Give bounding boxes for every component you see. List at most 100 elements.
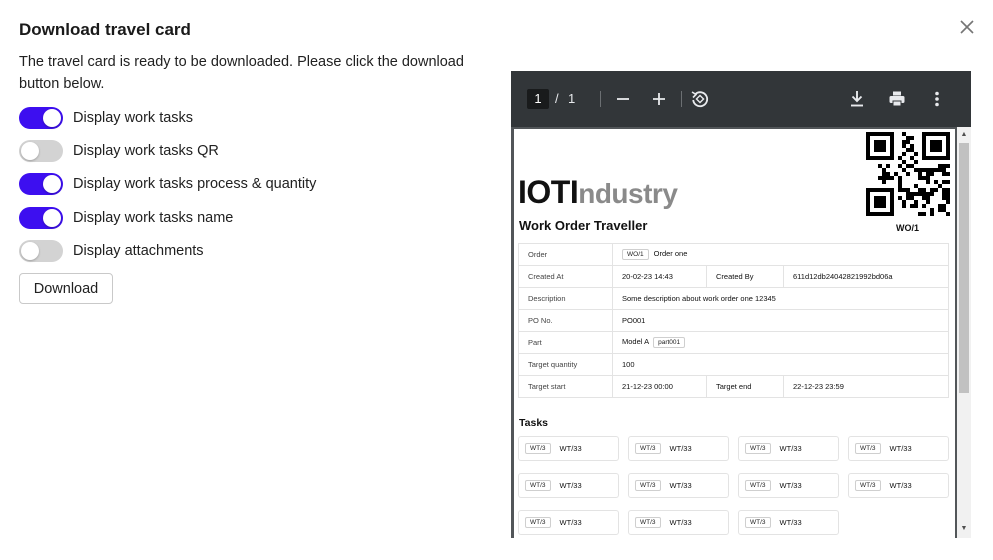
company-logo: IOTIndustry	[518, 174, 678, 210]
qr-code	[866, 132, 950, 216]
task-tag: WT/3	[525, 517, 551, 528]
more-options-button[interactable]	[925, 87, 949, 111]
task-name: WT/33	[889, 444, 912, 453]
task-name: WT/33	[779, 444, 802, 453]
scroll-down-icon[interactable]: ▼	[960, 525, 968, 533]
info-label: Target end	[706, 375, 784, 398]
toggle-row-work-tasks: Display work tasks	[19, 106, 193, 130]
task-tag: WT/3	[525, 480, 551, 491]
task-card: WT/3 WT/33	[738, 436, 839, 461]
info-value: 100	[612, 353, 949, 376]
toggle-knob	[21, 242, 39, 260]
order-value: Order one	[653, 249, 688, 258]
toggle-row-work-tasks-qr: Display work tasks QR	[19, 139, 219, 163]
task-tag: WT/3	[635, 517, 661, 528]
work-order-info-table: Order WO/1 Order one Created At 20-02-23 …	[518, 243, 949, 398]
info-row-po: PO No. PO001	[518, 309, 949, 332]
toggle-row-work-tasks-name: Display work tasks name	[19, 206, 233, 230]
task-name: WT/33	[559, 444, 582, 453]
task-card: WT/3 WT/33	[738, 473, 839, 498]
dialog-description: The travel card is ready to be downloade…	[19, 54, 464, 92]
qr-label: WO/1	[896, 223, 920, 233]
info-value: Model Apart001	[612, 331, 949, 354]
dialog-title: Download travel card	[19, 20, 191, 39]
part-value: Model A	[622, 337, 650, 346]
task-tag: WT/3	[525, 443, 551, 454]
toggle-row-attachments: Display attachments	[19, 239, 204, 263]
task-card: WT/3 WT/33	[628, 436, 729, 461]
rotate-button[interactable]	[688, 87, 712, 111]
zoom-out-button[interactable]	[611, 87, 635, 111]
task-tag: WT/3	[855, 480, 881, 491]
task-card: WT/3 WT/33	[518, 436, 619, 461]
tasks-heading: Tasks	[519, 417, 548, 429]
task-name: WT/33	[779, 518, 802, 527]
page-number-input[interactable]: 1	[527, 89, 549, 109]
task-card: WT/3 WT/33	[518, 473, 619, 498]
page-separator: /	[555, 91, 559, 106]
order-tag: WO/1	[622, 249, 649, 260]
toggle-work-tasks-qr[interactable]	[19, 140, 63, 162]
task-tag: WT/3	[635, 443, 661, 454]
task-name: WT/33	[669, 481, 692, 490]
info-label: Order	[518, 243, 613, 266]
task-tag: WT/3	[635, 480, 661, 491]
info-row-created: Created At 20-02-23 14:43 Created By 611…	[518, 265, 949, 288]
toggle-label: Display work tasks process & quantity	[73, 176, 317, 192]
toggle-attachments[interactable]	[19, 240, 63, 262]
info-value: 21-12-23 00:00	[612, 375, 707, 398]
info-value: Some description about work order one 12…	[612, 287, 949, 310]
task-card: WT/3 WT/33	[628, 510, 729, 535]
task-name: WT/33	[669, 518, 692, 527]
toggle-knob	[43, 175, 61, 193]
pdf-page: IOTIndustry WO/1 Work Order Traveller Or…	[514, 129, 955, 538]
task-card: WT/3 WT/33	[848, 473, 949, 498]
task-name: WT/33	[889, 481, 912, 490]
rotate-icon	[691, 91, 709, 108]
print-button[interactable]	[885, 87, 909, 111]
toggle-knob	[43, 109, 61, 127]
task-card: WT/3 WT/33	[518, 510, 619, 535]
task-card: WT/3 WT/33	[848, 436, 949, 461]
part-tag: part001	[653, 337, 686, 348]
more-vert-icon	[935, 91, 939, 107]
task-name: WT/33	[559, 518, 582, 527]
download-icon	[851, 91, 863, 107]
download-pdf-button[interactable]	[845, 87, 869, 111]
task-tag: WT/3	[745, 480, 771, 491]
zoom-in-icon	[653, 93, 665, 105]
info-row-order: Order WO/1 Order one	[518, 243, 949, 266]
task-name: WT/33	[779, 481, 802, 490]
info-row-target-dates: Target start 21-12-23 00:00 Target end 2…	[518, 375, 949, 398]
info-value: 611d12db24042821992bd06a	[783, 265, 949, 288]
info-value: 22-12-23 23:59	[783, 375, 949, 398]
toggle-label: Display attachments	[73, 243, 204, 259]
print-icon	[889, 91, 905, 107]
document-title: Work Order Traveller	[519, 218, 648, 233]
info-label: PO No.	[518, 309, 613, 332]
info-value: PO001	[612, 309, 949, 332]
scroll-up-icon[interactable]: ▲	[960, 131, 968, 139]
toggle-work-tasks[interactable]	[19, 107, 63, 129]
pdf-viewer: 1 / 1 IOTIndustry WO/1 Work Order Travel…	[511, 71, 971, 538]
toggle-label: Display work tasks name	[73, 210, 234, 226]
zoom-out-icon	[617, 98, 629, 100]
toggle-knob	[43, 209, 61, 227]
zoom-in-button[interactable]	[647, 87, 671, 111]
pdf-scrollbar-thumb[interactable]	[959, 143, 969, 393]
info-label: Created At	[518, 265, 613, 288]
close-button[interactable]	[956, 16, 978, 38]
download-button[interactable]: Download	[19, 273, 113, 304]
toggle-process-quantity[interactable]	[19, 173, 63, 195]
info-row-target-quantity: Target quantity 100	[518, 353, 949, 376]
info-label: Created By	[706, 265, 784, 288]
task-tag: WT/3	[855, 443, 881, 454]
toggle-row-process-quantity: Display work tasks process & quantity	[19, 172, 316, 196]
toggle-work-tasks-name[interactable]	[19, 207, 63, 229]
toggle-label: Display work tasks	[73, 110, 194, 126]
toolbar-divider	[600, 91, 601, 107]
info-label: Target quantity	[518, 353, 613, 376]
page-total: 1	[568, 91, 576, 106]
toggle-label: Display work tasks QR	[73, 143, 219, 159]
pdf-content-area[interactable]: IOTIndustry WO/1 Work Order Traveller Or…	[511, 127, 971, 538]
